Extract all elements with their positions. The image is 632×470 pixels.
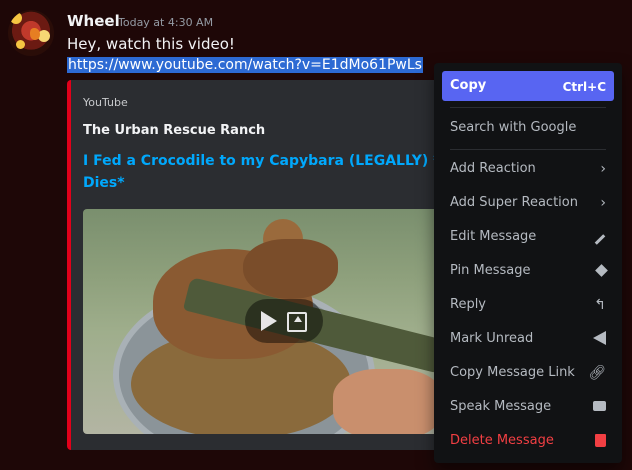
pin-icon — [595, 263, 608, 279]
trash-icon — [595, 433, 606, 451]
menu-item-label: Edit Message — [450, 229, 537, 244]
menu-item-pin-message[interactable]: Pin Message — [442, 256, 614, 286]
menu-item-add-reaction[interactable]: Add Reaction › — [442, 154, 614, 184]
menu-item-copy-message-link[interactable]: Copy Message Link 🔗︎ — [442, 358, 614, 388]
menu-item-edit-message[interactable]: Edit Message — [442, 222, 614, 252]
avatar-bird-beak — [30, 28, 40, 40]
message-link[interactable]: https://www.youtube.com/watch?v=E1dMo61P… — [67, 57, 423, 73]
message-username[interactable]: Wheel — [67, 12, 120, 30]
message-context-menu: Copy Ctrl+C Search with Google Add React… — [434, 63, 622, 463]
message-text: Hey, watch this video! — [67, 35, 235, 53]
menu-item-label: Reply — [450, 297, 487, 312]
menu-item-copy[interactable]: Copy Ctrl+C — [442, 71, 614, 101]
embed-author[interactable]: The Urban Rescue Ranch — [83, 123, 265, 138]
menu-item-delete-message[interactable]: Delete Message — [442, 426, 614, 456]
message-timestamp[interactable]: Today at 4:30 AM — [118, 16, 213, 29]
menu-divider — [450, 107, 606, 108]
embed-title[interactable]: I Fed a Crocodile to my Capybara (LEGALL… — [83, 150, 451, 194]
chevron-right-icon: › — [600, 195, 606, 211]
link-icon: 🔗︎ — [588, 365, 606, 381]
menu-item-mark-unread[interactable]: Mark Unread — [442, 324, 614, 354]
menu-item-label: Pin Message — [450, 263, 531, 278]
menu-item-add-super-reaction[interactable]: Add Super Reaction › — [442, 188, 614, 218]
speak-message-icon — [593, 399, 606, 415]
youtube-embed: YouTube The Urban Rescue Ranch I Fed a C… — [67, 80, 451, 450]
menu-item-label: Search with Google — [450, 120, 577, 135]
menu-item-reply[interactable]: Reply ↰ — [442, 290, 614, 320]
open-external-icon[interactable] — [287, 312, 307, 332]
user-avatar[interactable] — [8, 10, 54, 56]
menu-item-label: Copy Message Link — [450, 365, 575, 380]
menu-item-label: Add Super Reaction — [450, 195, 578, 210]
copy-shortcut: Ctrl+C — [562, 80, 606, 94]
video-controls — [245, 299, 323, 343]
menu-item-speak-message[interactable]: Speak Message — [442, 392, 614, 422]
menu-divider — [450, 149, 606, 150]
menu-item-label: Delete Message — [450, 433, 554, 448]
avatar-flower-decoration — [10, 12, 22, 24]
thumbnail-hand — [333, 369, 443, 434]
play-icon[interactable] — [261, 311, 277, 331]
avatar-flower-decoration — [16, 40, 25, 49]
video-thumbnail[interactable] — [83, 209, 451, 434]
menu-item-label: Add Reaction — [450, 161, 536, 176]
embed-provider[interactable]: YouTube — [83, 96, 128, 109]
chevron-right-icon: › — [600, 161, 606, 177]
pencil-icon — [594, 229, 606, 245]
reply-arrow-icon: ↰ — [594, 297, 606, 313]
mark-unread-icon — [593, 331, 606, 349]
menu-item-label: Copy — [450, 78, 487, 93]
menu-item-label: Mark Unread — [450, 331, 534, 346]
menu-item-label: Speak Message — [450, 399, 552, 414]
menu-item-search-with-google[interactable]: Search with Google — [442, 113, 614, 143]
thumbnail-capybara-head — [243, 239, 338, 299]
